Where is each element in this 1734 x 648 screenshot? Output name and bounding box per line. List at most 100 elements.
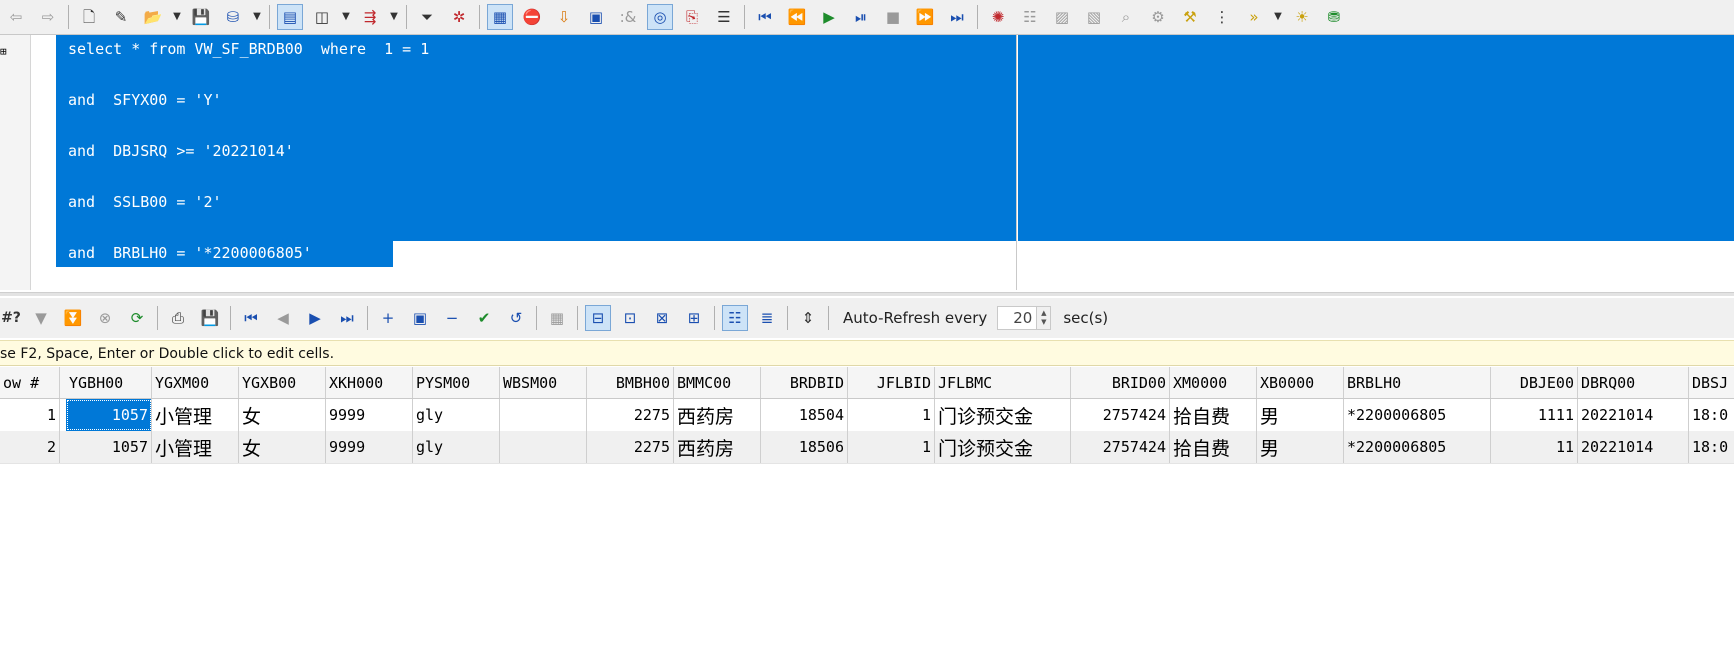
table-cell[interactable]: 拾自费 xyxy=(1170,399,1257,431)
column-header[interactable]: YGBH00 xyxy=(66,367,152,398)
search-icon[interactable]: ⌕ xyxy=(1113,4,1139,30)
column-header[interactable]: XB0000 xyxy=(1257,367,1344,398)
table-cell[interactable]: 2757424 xyxy=(1071,431,1170,463)
forward-arrow-icon[interactable]: ⇨ xyxy=(35,4,61,30)
table-cell[interactable]: 20221014 xyxy=(1578,399,1689,431)
splitter[interactable] xyxy=(0,292,1734,296)
next-icon[interactable]: ⏩ xyxy=(912,4,938,30)
table-cell[interactable]: 拾自费 xyxy=(1170,431,1257,463)
code-line[interactable]: and SFYX00 = 'Y' xyxy=(68,90,222,110)
execute-icon[interactable]: ▦ xyxy=(487,4,513,30)
table-cell[interactable]: 门诊预交金 xyxy=(935,431,1071,463)
sql-editor[interactable]: ⊞ select * from VW_SF_BRDB00 where 1 = 1… xyxy=(0,35,1734,290)
table-cell[interactable]: 小管理 xyxy=(152,431,239,463)
unlock-icon[interactable]: ▧ xyxy=(1081,4,1107,30)
column-header[interactable]: JFLBMC xyxy=(935,367,1071,398)
next-record-icon[interactable]: ▶ xyxy=(302,305,328,331)
column-header[interactable]: BRID00 xyxy=(1071,367,1170,398)
explain-icon[interactable]: ◎ xyxy=(647,4,673,30)
table-cell[interactable]: 9999 xyxy=(326,399,413,431)
more-icon[interactable]: » xyxy=(1241,4,1267,30)
table-cell[interactable]: 男 xyxy=(1257,399,1344,431)
previous-icon[interactable]: ⏪ xyxy=(784,4,810,30)
table-cell[interactable]: 20221014 xyxy=(1578,431,1689,463)
table-cell[interactable]: *2200006805 xyxy=(1344,431,1491,463)
code-line[interactable]: and BRBLH0 = '*2200006805' xyxy=(68,243,312,263)
edit-file-icon[interactable]: ✎ xyxy=(108,4,134,30)
insert-record-icon[interactable]: + xyxy=(375,305,401,331)
record-view-icon[interactable]: ≣ xyxy=(754,305,780,331)
refresh-icon[interactable]: ⟳ xyxy=(124,305,150,331)
d-view-icon[interactable]: ⊡ xyxy=(617,305,643,331)
dropdown-arrow-icon[interactable]: ▼ xyxy=(1273,4,1283,30)
column-header[interactable]: WBSM00 xyxy=(500,367,587,398)
n-view-icon[interactable]: ⊠ xyxy=(649,305,675,331)
nd-view-icon[interactable]: ⊞ xyxy=(681,305,707,331)
debug-icon[interactable]: ✺ xyxy=(985,4,1011,30)
column-header[interactable]: BMBH00 xyxy=(587,367,674,398)
last-icon[interactable]: ⏭ xyxy=(944,4,970,30)
table-cell[interactable]: 西药房 xyxy=(674,399,761,431)
copy-icon[interactable]: ⎘ xyxy=(679,4,705,30)
dropdown-arrow-icon[interactable]: ▼ xyxy=(172,4,182,30)
list-icon[interactable]: ☷ xyxy=(1017,4,1043,30)
table-cell[interactable]: 1057 xyxy=(66,431,152,463)
new-file-icon[interactable]: 🗋 xyxy=(76,4,102,30)
save-as-icon[interactable]: ⛁ xyxy=(220,4,246,30)
last-record-icon[interactable]: ⏭ xyxy=(334,305,360,331)
column-header[interactable]: YGXB00 xyxy=(239,367,326,398)
print-icon[interactable]: ⎙ xyxy=(165,305,191,331)
table-cell[interactable]: 女 xyxy=(239,399,326,431)
tools-icon[interactable]: ⚒ xyxy=(1177,4,1203,30)
table-cell[interactable]: 2275 xyxy=(587,399,674,431)
def-view-icon[interactable]: ⊟ xyxy=(585,305,611,331)
code-line[interactable]: and SSLB00 = '2' xyxy=(68,192,222,212)
prior-record-icon[interactable]: ◀ xyxy=(270,305,296,331)
export-icon[interactable]: ⇶ xyxy=(357,4,383,30)
table-cell[interactable]: 2275 xyxy=(587,431,674,463)
table-cell[interactable]: 18:0 xyxy=(1689,399,1734,431)
first-icon[interactable]: ⏮ xyxy=(752,4,778,30)
table-cell[interactable]: 18:0 xyxy=(1689,431,1734,463)
grid-icon[interactable]: ▦ xyxy=(544,305,570,331)
code-line[interactable]: and DBJSRQ >= '20221014' xyxy=(68,141,294,161)
bulb-icon[interactable]: ☀ xyxy=(1289,4,1315,30)
first-record-icon[interactable]: ⏮ xyxy=(238,305,264,331)
run-icon[interactable]: ▶ xyxy=(816,4,842,30)
table-cell[interactable]: gly xyxy=(413,399,500,431)
table-cell[interactable]: 18506 xyxy=(761,431,848,463)
table-cell[interactable]: 西药房 xyxy=(674,431,761,463)
dropdown-arrow-icon[interactable]: ▼ xyxy=(341,4,351,30)
window-icon[interactable]: ◫ xyxy=(309,4,335,30)
code-line[interactable]: select * from VW_SF_BRDB00 where 1 = 1 xyxy=(68,39,429,59)
column-header[interactable]: YGXM00 xyxy=(152,367,239,398)
column-header[interactable]: PYSM00 xyxy=(413,367,500,398)
text-select-icon[interactable]: ▤ xyxy=(277,4,303,30)
table-cell[interactable]: 小管理 xyxy=(152,399,239,431)
save-icon[interactable]: 💾 xyxy=(188,4,214,30)
fetch-icon[interactable]: ⇩ xyxy=(551,4,577,30)
tree-icon[interactable]: ⋮ xyxy=(1209,4,1235,30)
auto-refresh-spinner[interactable]: ▲ ▼ xyxy=(1037,306,1052,330)
table-cell[interactable]: 1 xyxy=(848,399,935,431)
grid-view-icon[interactable]: ☷ xyxy=(722,305,748,331)
save-icon[interactable]: 💾 xyxy=(197,305,223,331)
column-header[interactable]: DBSJ xyxy=(1689,367,1734,398)
stop-icon[interactable]: ⛔ xyxy=(519,4,545,30)
cancel-edit-icon[interactable]: ↺ xyxy=(503,305,529,331)
dropdown-arrow-icon[interactable]: ▼ xyxy=(389,4,399,30)
table-cell[interactable] xyxy=(500,431,587,463)
table-cell[interactable] xyxy=(500,399,587,431)
back-arrow-icon[interactable]: ⇦ xyxy=(3,4,29,30)
table-row[interactable]: 2 1057 小管理 女 9999 gly 2275 西药房 18506 1 门… xyxy=(0,431,1734,464)
column-header[interactable]: BRBLH0 xyxy=(1344,367,1491,398)
dropdown-arrow-icon[interactable]: ▼ xyxy=(252,4,262,30)
column-header[interactable]: XKH000 xyxy=(326,367,413,398)
auto-refresh-input[interactable]: 20 xyxy=(997,306,1038,330)
delete-record-icon[interactable]: − xyxy=(439,305,465,331)
filter-icon[interactable]: ⏷ xyxy=(414,4,440,30)
column-header[interactable]: ow # xyxy=(0,367,60,398)
post-icon[interactable]: ✔ xyxy=(471,305,497,331)
table-cell[interactable]: 1057 xyxy=(66,399,152,431)
resize-columns-icon[interactable]: ⇕ xyxy=(795,305,821,331)
